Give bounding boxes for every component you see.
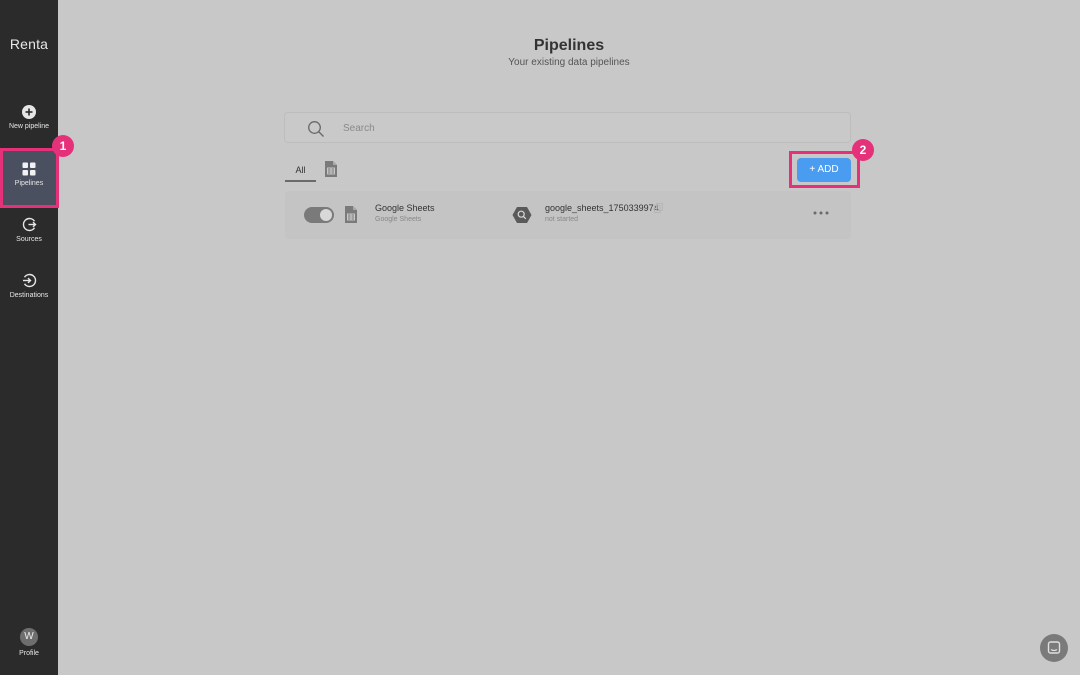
google-sheets-icon xyxy=(325,161,337,177)
sidebar-item-label: New pipeline xyxy=(8,123,50,130)
pipeline-toggle[interactable] xyxy=(304,207,334,223)
bigquery-icon xyxy=(512,207,532,223)
more-dots-icon xyxy=(813,211,829,215)
sidebar-item-label: Sources xyxy=(16,236,42,243)
brand-logo[interactable]: Renta xyxy=(0,36,58,52)
chat-icon xyxy=(1047,641,1061,654)
annotation-highlight-add xyxy=(789,151,860,188)
more-options-button[interactable] xyxy=(811,206,831,220)
search-icon xyxy=(308,121,324,137)
sidebar-item-sources[interactable]: Sources xyxy=(0,217,58,253)
pipeline-status: not started xyxy=(545,216,579,223)
sidebar-item-label: Destinations xyxy=(9,292,49,299)
google-sheets-icon xyxy=(345,206,357,223)
sidebar: Renta New pipeline Pipelines Sources Des… xyxy=(0,0,58,675)
page-subtitle: Your existing data pipelines xyxy=(508,57,630,68)
annotation-badge-2: 2 xyxy=(852,139,874,161)
source-type: Google Sheets xyxy=(375,216,422,223)
search-box[interactable] xyxy=(284,112,851,143)
pipeline-row[interactable]: Google Sheets Google Sheets google_sheet… xyxy=(285,191,851,239)
annotation-badge-1: 1 xyxy=(52,135,74,157)
sidebar-item-new-pipeline[interactable]: New pipeline xyxy=(0,105,58,141)
destination-name: google_sheets_1750339974 xyxy=(545,203,659,213)
avatar: W xyxy=(20,628,38,646)
copy-icon[interactable] xyxy=(654,203,663,213)
page-title: Pipelines xyxy=(533,37,605,54)
annotation-highlight-pipelines xyxy=(0,148,59,208)
tab-google-sheets[interactable] xyxy=(324,160,338,178)
sidebar-item-profile[interactable]: W Profile xyxy=(0,628,58,664)
sidebar-item-destinations[interactable]: Destinations xyxy=(0,273,58,309)
source-icon xyxy=(22,217,37,232)
sidebar-item-label: Profile xyxy=(19,650,39,657)
chat-widget-button[interactable] xyxy=(1040,634,1068,662)
tab-all[interactable]: All xyxy=(285,160,316,182)
search-input[interactable] xyxy=(343,120,823,136)
plus-circle-icon xyxy=(22,105,36,119)
toggle-knob xyxy=(320,209,332,221)
destination-icon xyxy=(22,273,36,288)
source-name: Google Sheets xyxy=(375,203,435,213)
